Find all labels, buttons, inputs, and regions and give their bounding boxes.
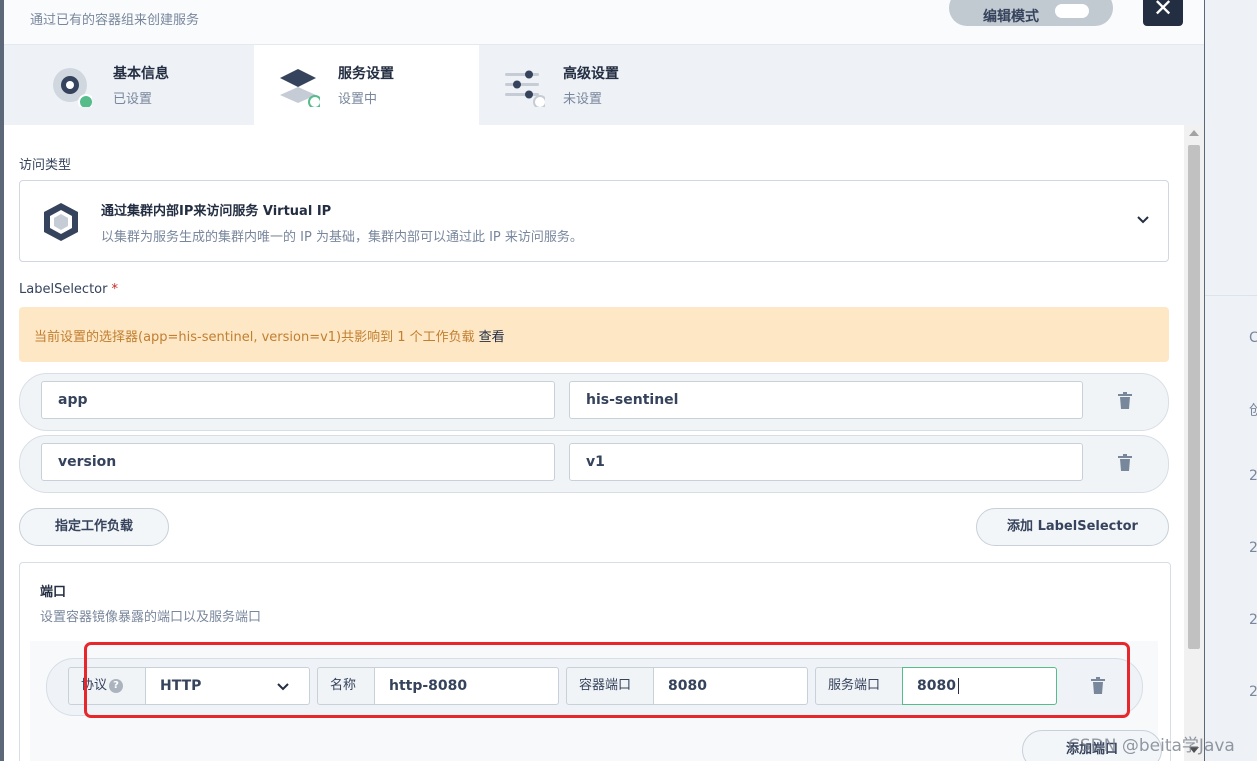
add-label-selector-button[interactable]: 添加 LabelSelector [976,508,1169,546]
label-value-input[interactable]: his-sentinel [569,381,1083,419]
step-status: 未设置 [563,92,603,107]
access-type-select[interactable]: 通过集群内部IP来访问服务 Virtual IP 以集群为服务生成的集群内唯一的… [19,180,1169,262]
close-button[interactable]: ✕ [1143,0,1183,26]
protocol-value: HTTP [160,678,202,694]
background-text: 2 [1249,684,1257,700]
label-key-input[interactable]: app [41,381,555,419]
step-title: 基本信息 [113,66,169,82]
service-port-value: 8080 [917,678,956,694]
help-icon[interactable]: ? [109,678,124,693]
label-selector-text: LabelSelector [19,282,108,297]
form-content: 访问类型 通过集群内部IP来访问服务 Virtual IP 以集群为服务生成的集… [4,125,1184,761]
step-service-settings[interactable]: 服务设置 设置中 [254,45,479,125]
trash-icon[interactable] [1117,392,1133,410]
step-basic-info[interactable]: 基本信息 已设置 [4,45,229,125]
protocol-label: 协议? [68,667,146,705]
label-row: version v1 [19,435,1169,493]
virtual-ip-icon [44,203,78,241]
service-settings-icon [280,69,320,107]
selector-notice: 当前设置的选择器(app=his-sentinel, version=v1)共影… [19,307,1169,362]
step-status: 设置中 [338,92,378,107]
basic-info-icon [53,68,92,107]
scrollbar[interactable] [1184,125,1204,761]
label-selector-label: LabelSelector * [19,282,118,297]
port-name-input[interactable]: http-8080 [374,667,559,705]
ports-description: 设置容器镜像暴露的端口以及服务端口 [40,610,262,625]
container-port-label: 容器端口 [566,667,654,705]
scroll-thumb[interactable] [1188,145,1200,649]
background-text: 2 [1249,612,1257,628]
modal-header: 通过已有的容器组来创建服务 编辑模式 [4,0,1204,45]
advanced-settings-icon [505,70,545,107]
background-text: 2 [1249,468,1257,484]
container-port-input[interactable]: 8080 [653,667,808,705]
name-label: 名称 [317,667,375,705]
label-key-input[interactable]: version [41,443,555,481]
step-title: 服务设置 [338,66,394,82]
trash-icon[interactable] [1117,454,1133,472]
chevron-down-icon [277,683,289,691]
watermark: CSDN @beita学Java [1068,736,1235,756]
port-row: 协议? HTTP 名称 http-8080 容器端口 8080 服务端口 808… [46,658,1143,716]
assign-workload-button[interactable]: 指定工作负载 [19,508,169,546]
access-type-description: 以集群为服务生成的集群内唯一的 IP 为基础，集群内部可以通过此 IP 来访问服… [101,230,583,245]
step-title: 高级设置 [563,66,619,82]
step-status: 已设置 [113,92,153,107]
create-service-modal: 通过已有的容器组来创建服务 编辑模式 ✕ 基本信息 已设置 服务设置 设置中 高… [4,0,1204,761]
background-text: 2 [1249,540,1257,556]
modal-subtitle: 通过已有的容器组来创建服务 [30,13,200,28]
selector-notice-text: 当前设置的选择器(app=his-sentinel, version=v1)共影… [34,326,505,345]
access-type-title: 通过集群内部IP来访问服务 Virtual IP [101,204,332,219]
ports-title: 端口 [40,585,67,600]
background-page: C 创 2 2 2 2 [1205,0,1257,761]
trash-icon[interactable] [1090,677,1106,695]
toggle-switch[interactable] [1055,4,1089,18]
edit-mode-toggle[interactable]: 编辑模式 [949,0,1113,26]
background-text: C [1249,330,1257,346]
step-advanced-settings[interactable]: 高级设置 未设置 [479,45,704,125]
view-link[interactable]: 查看 [479,330,505,345]
background-text: 创 [1249,403,1257,419]
ports-section: 端口 设置容器镜像暴露的端口以及服务端口 协议? HTTP 名称 http-80… [19,562,1171,761]
edit-mode-label: 编辑模式 [983,9,1039,25]
label-value-input[interactable]: v1 [569,443,1083,481]
text-cursor [957,678,959,694]
service-port-input[interactable]: 8080 [902,667,1057,705]
service-port-label: 服务端口 [815,667,903,705]
background-divider [1205,295,1257,296]
notice-message: 当前设置的选择器(app=his-sentinel, version=v1)共影… [34,330,475,345]
chevron-down-icon [1137,216,1149,224]
protocol-select[interactable]: HTTP [145,667,310,705]
access-type-label: 访问类型 [19,158,72,173]
label-row: app his-sentinel [19,373,1169,431]
protocol-label-text: 协议 [81,678,108,693]
scroll-up-arrow[interactable] [1189,130,1199,136]
wizard-steps: 基本信息 已设置 服务设置 设置中 高级设置 未设置 [4,45,1204,125]
close-icon: ✕ [1152,0,1174,22]
required-mark: * [111,282,118,297]
